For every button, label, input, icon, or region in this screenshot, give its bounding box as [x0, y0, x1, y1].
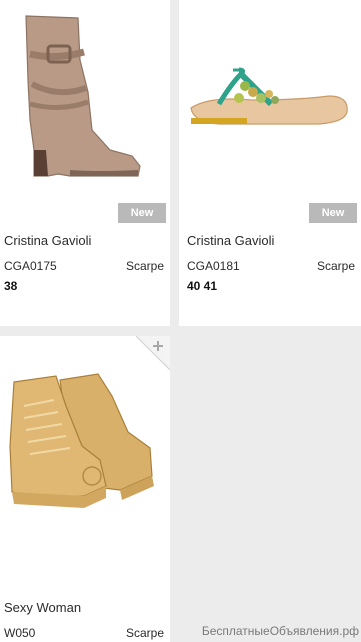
product-brand[interactable]: Cristina Gavioli [187, 233, 274, 248]
product-code: CGA0181 [187, 259, 240, 273]
product-card[interactable]: New Cristina Gavioli CGA0175 Scarpe 38 [0, 0, 170, 326]
product-code: CGA0175 [4, 259, 57, 273]
new-badge: New [309, 203, 357, 223]
product-brand[interactable]: Sexy Woman [4, 600, 81, 615]
product-sizes: 38 [4, 279, 18, 293]
boot-image[interactable] [0, 0, 170, 200]
product-brand[interactable]: Cristina Gavioli [4, 233, 91, 248]
sneaker-image[interactable] [0, 336, 170, 526]
product-card[interactable]: Sexy Woman W050 Scarpe [0, 336, 170, 642]
product-category: Scarpe [316, 259, 355, 273]
watermark: БесплатныеОбъявления.рф [201, 624, 359, 638]
new-badge: New [118, 203, 166, 223]
sandal-image[interactable] [179, 0, 361, 200]
product-code: W050 [4, 626, 36, 640]
product-sizes: 40 41 [187, 279, 218, 293]
product-category: Scarpe [125, 259, 164, 273]
product-card[interactable]: New Cristina Gavioli CGA0181 Scarpe 40 4… [179, 0, 361, 326]
product-category: Scarpe [125, 626, 164, 640]
